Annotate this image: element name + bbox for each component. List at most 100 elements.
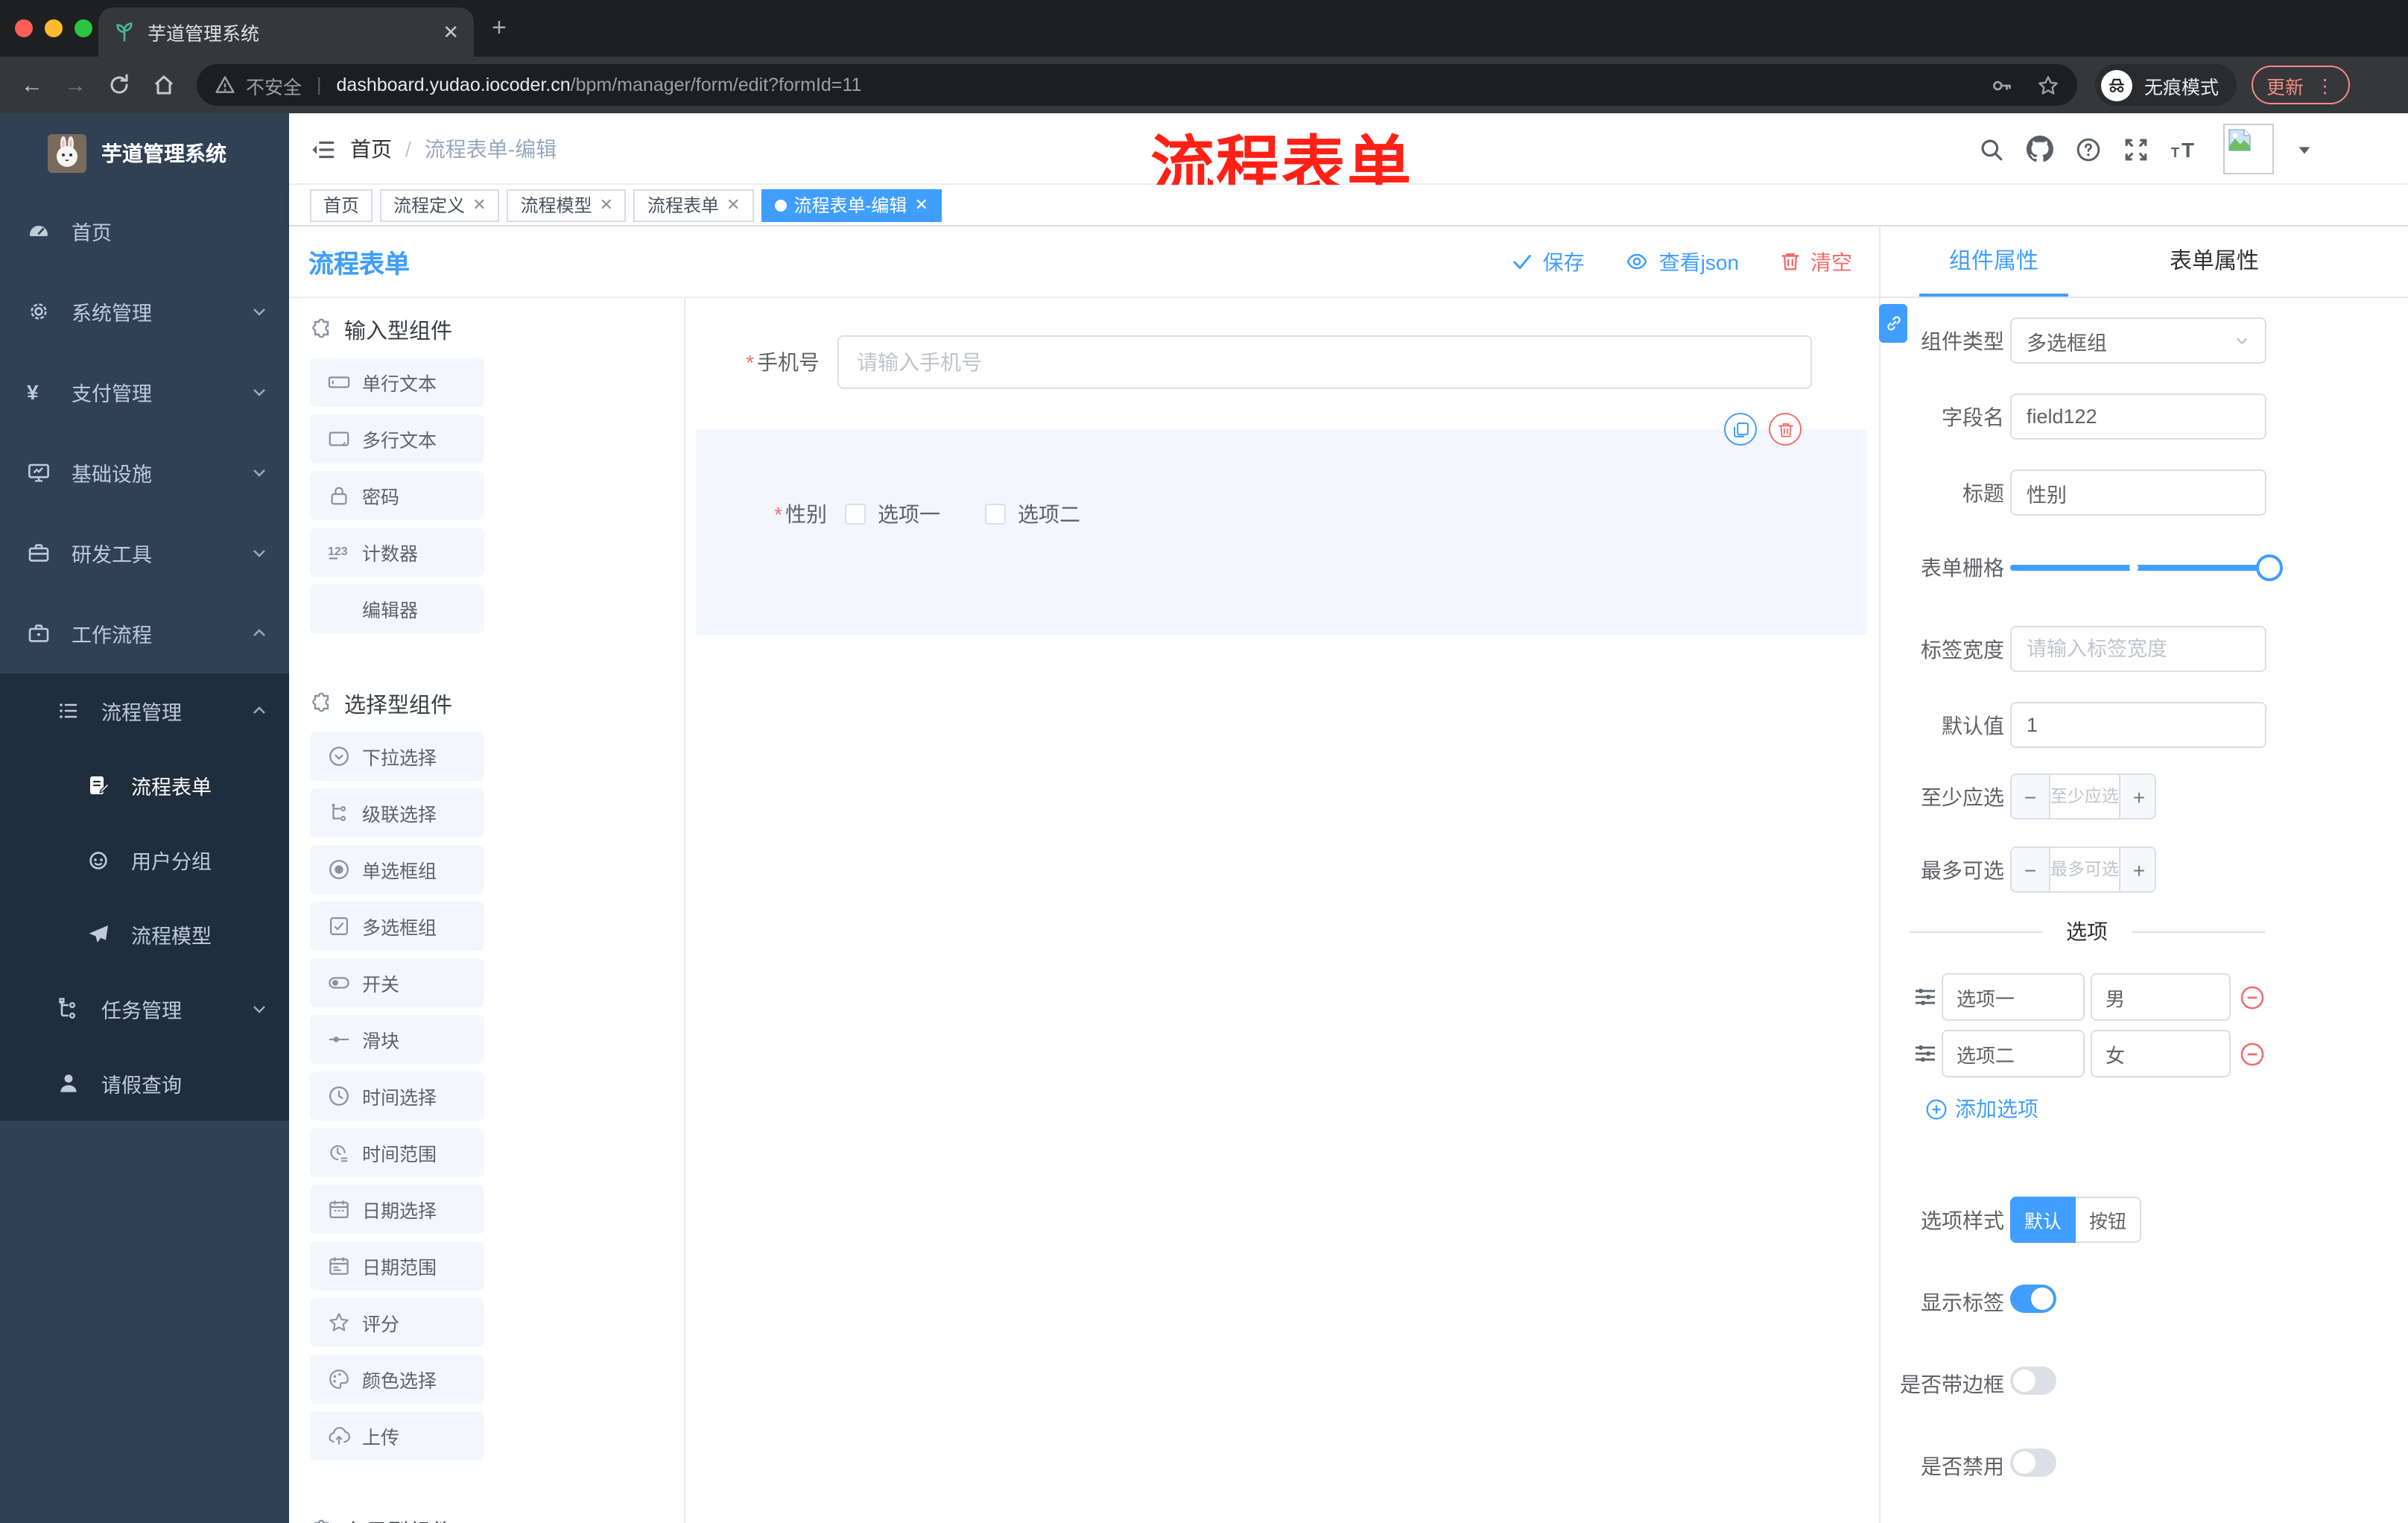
save-button[interactable]: 保存 [1512, 247, 1585, 276]
component-counter[interactable]: 123 计数器 [310, 528, 484, 577]
sidebar-item-process-mgmt[interactable]: 流程管理 [0, 674, 289, 748]
phone-field-row[interactable]: * 手机号 [685, 298, 1879, 389]
option2-value-input[interactable] [2091, 1030, 2231, 1077]
component-editor[interactable]: 编辑器 [310, 584, 484, 633]
sidebar-item-process-model[interactable]: 流程模型 [0, 897, 289, 972]
component-switch[interactable]: 开关 [310, 958, 484, 1007]
option1-label-input[interactable] [1942, 973, 2085, 1021]
sidebar-fold-icon[interactable] [310, 136, 335, 162]
sidebar-logo[interactable]: 芋道管理系统 [0, 113, 289, 191]
grid-slider[interactable] [2010, 554, 2283, 580]
tag-process-form[interactable]: 流程表单 ✕ [633, 189, 754, 221]
sidebar-item-home[interactable]: 首页 [0, 191, 289, 271]
sidebar-item-system[interactable]: 系统管理 [0, 271, 289, 352]
option2-label-input[interactable] [1942, 1030, 2085, 1077]
gender-option1-label[interactable]: 选项一 [878, 499, 940, 529]
home-icon[interactable] [152, 73, 176, 97]
tag-close-icon[interactable]: ✕ [472, 195, 486, 215]
tag-process-form-edit[interactable]: 流程表单-编辑 ✕ [761, 189, 942, 221]
forward-icon[interactable]: → [64, 72, 86, 98]
increase-button[interactable]: + [2119, 775, 2155, 818]
remove-option-button[interactable] [2240, 1041, 2265, 1066]
drag-handle-icon[interactable] [1913, 985, 1937, 1009]
address-bar[interactable]: 不安全 | dashboard.yudao.iocoder.cn/bpm/man… [197, 64, 2077, 106]
drag-handle-icon[interactable] [1913, 1042, 1937, 1066]
tag-process-definition[interactable]: 流程定义 ✕ [380, 189, 500, 221]
gender-field-row[interactable]: * 性别 选项一 选项二 [696, 429, 1867, 529]
breadcrumb-home[interactable]: 首页 [350, 134, 392, 164]
sidebar-item-leave-query[interactable]: 请假查询 [0, 1046, 289, 1121]
default-value-input[interactable] [2010, 702, 2266, 748]
selected-component-gender[interactable]: * 性别 选项一 选项二 [696, 413, 1867, 635]
copy-component-button[interactable] [1724, 413, 1757, 446]
search-icon[interactable] [1979, 136, 2004, 162]
component-date-picker[interactable]: 日期选择 [310, 1185, 484, 1234]
tag-process-model[interactable]: 流程模型 ✕ [507, 189, 627, 221]
sidebar-item-task-mgmt[interactable]: 任务管理 [0, 972, 289, 1046]
form-canvas[interactable]: *手机号 *性别 选项一 选项二 [685, 298, 1879, 1523]
update-browser-button[interactable]: 更新 ⋮ [2252, 66, 2350, 104]
font-size-icon[interactable]: TT [2171, 136, 2201, 162]
tab-component-props[interactable]: 组件属性 [1919, 227, 2068, 297]
sidebar-item-user-group[interactable]: 用户分组 [0, 823, 289, 897]
back-icon[interactable]: ← [21, 72, 43, 98]
clear-button[interactable]: 清空 [1779, 247, 1852, 276]
component-single-text[interactable]: 单行文本 [310, 358, 484, 407]
label-width-input[interactable] [2010, 626, 2266, 672]
sidebar-item-infra[interactable]: 基础设施 [0, 432, 289, 513]
component-upload[interactable]: 上传 [310, 1411, 484, 1460]
sidebar-item-workflow[interactable]: 工作流程 [0, 593, 289, 674]
browser-tab[interactable]: 芋道管理系统 ✕ [98, 7, 474, 57]
option1-value-input[interactable] [2091, 973, 2231, 1021]
tab-close-icon[interactable]: ✕ [443, 20, 459, 44]
remove-option-button[interactable] [2240, 984, 2265, 1010]
new-tab-button[interactable]: + [492, 13, 507, 43]
browser-menu-icon[interactable]: ⋮ [2316, 74, 2334, 96]
disabled-toggle[interactable] [2010, 1448, 2056, 1477]
sidebar-item-devtools[interactable]: 研发工具 [0, 513, 289, 593]
component-cascader[interactable]: 级联选择 [310, 788, 484, 838]
avatar[interactable] [2223, 124, 2274, 174]
reload-icon[interactable] [107, 73, 131, 97]
component-checkbox-group[interactable]: 多选框组 [310, 902, 484, 951]
component-date-range[interactable]: 日期范围 [310, 1241, 484, 1291]
decrease-button[interactable]: − [2012, 848, 2050, 891]
view-json-button[interactable]: 查看json [1625, 247, 1739, 276]
tag-home[interactable]: 首页 [310, 189, 373, 221]
link-tag[interactable] [1879, 304, 1907, 343]
border-toggle[interactable] [2010, 1367, 2056, 1395]
component-password[interactable]: 密码 [310, 471, 484, 520]
max-select-input[interactable] [2050, 848, 2119, 891]
min-select-input[interactable] [2050, 775, 2119, 818]
delete-component-button[interactable] [1769, 413, 1802, 446]
component-time-picker[interactable]: 时间选择 [310, 1071, 484, 1121]
component-slider[interactable]: 滑块 [310, 1015, 484, 1064]
style-default-button[interactable]: 默认 [2010, 1197, 2076, 1243]
sidebar-item-payment[interactable]: ¥ 支付管理 [0, 352, 289, 432]
github-icon[interactable] [2027, 136, 2053, 162]
component-radio-group[interactable]: 单选框组 [310, 845, 484, 894]
component-rate[interactable]: 评分 [310, 1298, 484, 1347]
gender-option2-checkbox[interactable] [985, 504, 1006, 525]
help-icon[interactable] [2076, 136, 2101, 162]
bookmark-star-icon[interactable] [2037, 74, 2059, 96]
title-input[interactable] [2010, 469, 2266, 516]
phone-input[interactable] [837, 335, 1812, 389]
gender-option2-label[interactable]: 选项二 [1018, 499, 1080, 529]
caret-down-icon[interactable] [2296, 141, 2313, 157]
window-controls[interactable] [15, 19, 92, 37]
add-option-button[interactable]: 添加选项 [1881, 1094, 2408, 1124]
style-button-button[interactable]: 按钮 [2076, 1197, 2141, 1243]
fullscreen-icon[interactable] [2123, 136, 2149, 162]
component-time-range[interactable]: 时间范围 [310, 1128, 484, 1177]
maximize-window-button[interactable] [75, 19, 92, 37]
tab-form-props[interactable]: 表单属性 [2140, 227, 2289, 297]
password-key-icon[interactable] [1991, 74, 2013, 96]
component-type-select[interactable]: 多选框组 [2010, 317, 2266, 364]
field-name-input[interactable] [2010, 393, 2266, 440]
sidebar-item-process-form[interactable]: 流程表单 [0, 748, 289, 823]
component-textarea[interactable]: 多行文本 [310, 414, 484, 463]
component-color-picker[interactable]: 颜色选择 [310, 1355, 484, 1404]
tag-close-icon[interactable]: ✕ [726, 195, 740, 215]
close-window-button[interactable] [15, 19, 33, 37]
